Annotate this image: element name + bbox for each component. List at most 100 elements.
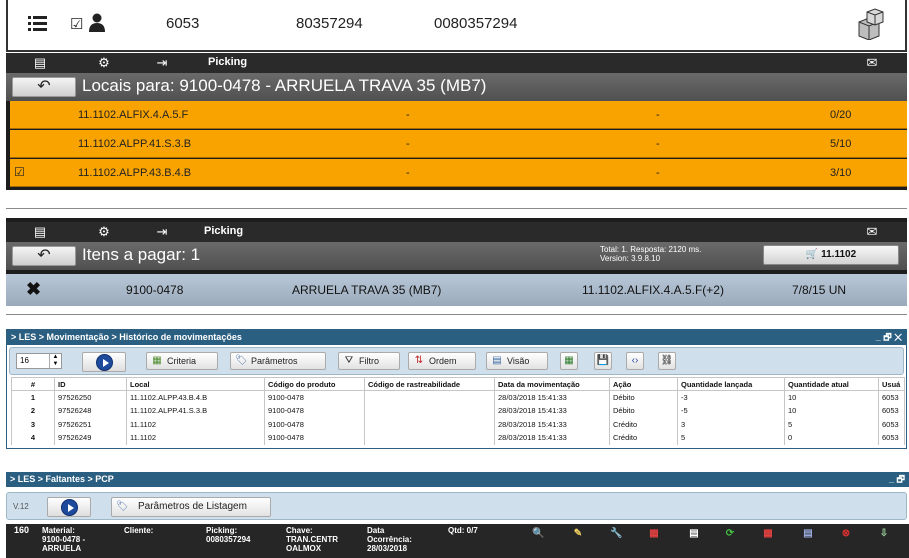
cell-id: 97526249 xyxy=(54,431,127,445)
exit-icon[interactable]: ⇥ xyxy=(152,224,172,240)
edit-icon[interactable]: ✎ xyxy=(572,528,584,540)
back-arrow-icon: ↶ xyxy=(37,247,51,264)
cell-qty-launched: -5 xyxy=(677,404,785,418)
item-qty: 7/8/15 UN xyxy=(792,283,847,297)
boxes-icon[interactable] xyxy=(855,8,885,41)
pick-item-row[interactable]: ✖ 9100-0478 ARRUELA TRAVA 35 (MB7) 11.11… xyxy=(6,274,907,306)
view-button[interactable]: ▤ Visão xyxy=(486,352,548,370)
breadcrumb: > LES > Faltantes > PCP _ 🗗 xyxy=(6,472,909,487)
parameters-button[interactable]: 🏷 Parâmetros xyxy=(230,352,326,370)
cell-user: 6053 xyxy=(878,390,905,404)
list-icon[interactable]: ▤ xyxy=(30,224,50,240)
gear-icon[interactable]: ⚙ xyxy=(94,224,114,240)
cell-trace xyxy=(364,390,495,404)
column-header[interactable]: Código do produto xyxy=(264,377,365,391)
faltante-row[interactable]: 160 Material: 9100-0478 - ARRUELA Client… xyxy=(6,524,909,558)
download-icon[interactable]: ⇩ xyxy=(878,528,890,540)
spinner-arrows-icon[interactable]: ▲ ▼ xyxy=(49,354,61,368)
column-header[interactable]: Quantidade lançada xyxy=(677,377,785,391)
run-button[interactable] xyxy=(82,352,126,372)
criteria-button[interactable]: ▦ Criteria xyxy=(146,352,218,370)
cart-button[interactable]: 🛒 11.1102 xyxy=(763,245,899,265)
version-label: V.12 xyxy=(13,502,29,511)
row-id: 160 xyxy=(14,525,30,535)
exit-icon[interactable]: ⇥ xyxy=(152,55,172,71)
hamburger-icon[interactable] xyxy=(28,14,48,32)
date-cell: Data Ocorrência: 28/03/2018 xyxy=(367,526,412,553)
wrench-icon[interactable]: 🔧 xyxy=(610,528,622,540)
client-cell: Cliente: xyxy=(124,526,153,535)
cell-id: 97526248 xyxy=(54,404,127,418)
inbox-icon[interactable]: ✉ xyxy=(862,55,882,71)
column-header[interactable]: Quantidade atual xyxy=(784,377,879,391)
table-row[interactable]: 1 97526250 11.1102.ALPP.43.B.4.B 9100-0478 2… xyxy=(11,390,905,404)
app-toolbar: ▤ ⚙ ⇥ Picking ✉ xyxy=(6,222,907,242)
cell-index: 4 xyxy=(11,431,55,445)
column-header[interactable]: Local xyxy=(126,377,265,391)
refresh-icon[interactable]: ⟳ xyxy=(724,528,736,540)
calendar-alt-icon[interactable]: ▦ xyxy=(762,528,774,540)
column-header[interactable]: Ação xyxy=(609,377,678,391)
link-button[interactable]: ⛓ xyxy=(658,352,676,370)
order-button[interactable]: ⇅ Ordem xyxy=(408,352,476,370)
inbox-icon[interactable]: ✉ xyxy=(862,224,882,240)
search-icon[interactable]: 🔍 xyxy=(532,528,544,540)
column-header[interactable]: Data da movimentação xyxy=(494,377,610,391)
column-header[interactable]: Código de rastreabilidade xyxy=(364,377,495,391)
cell-qty-current: 0 xyxy=(784,431,879,445)
back-button[interactable]: ↶ xyxy=(12,77,76,97)
table-row[interactable]: 2 97526248 11.1102.ALPP.41.S.3.B 9100-0478 2… xyxy=(11,404,905,418)
cell-action: Crédito xyxy=(609,417,678,431)
back-button[interactable]: ↶ xyxy=(12,246,76,266)
close-icon[interactable]: ✖ xyxy=(26,279,41,300)
breadcrumb-text: > LES > Movimentação > Histórico de movi… xyxy=(11,332,242,342)
cell-index: 1 xyxy=(11,390,55,404)
location-row[interactable]: 11.1102.ALPP.41.S.3.B - - 5/10 xyxy=(10,130,907,158)
cell-date: 28/03/2018 15:41:33 xyxy=(494,390,610,404)
page-title: Itens a pagar: 1 xyxy=(82,245,201,264)
list-icon[interactable]: ▤ xyxy=(30,55,50,71)
column-header[interactable]: Usuá xyxy=(878,377,905,391)
picking-label: Picking: xyxy=(206,526,238,535)
tag-icon: 🏷 xyxy=(116,501,129,512)
grid-icon: ▤ xyxy=(492,355,502,366)
filter-button[interactable]: ⛛ Filtro xyxy=(338,352,400,370)
document-icon[interactable]: ▤ xyxy=(688,528,700,540)
gear-icon[interactable]: ⚙ xyxy=(94,55,114,71)
calendar-icon[interactable]: ▦ xyxy=(648,528,660,540)
checkbox-icon[interactable]: ☑ xyxy=(70,15,83,33)
cell-action: Crédito xyxy=(609,431,678,445)
run-button[interactable] xyxy=(47,497,91,517)
checked-icon[interactable]: ☑ xyxy=(14,165,25,179)
window-buttons[interactable]: _ 🗗 ✕ xyxy=(876,330,902,345)
cell-local: 11.1102.ALPP.43.B.4.B xyxy=(126,390,265,404)
save-button[interactable]: 💾 xyxy=(594,352,612,370)
column-header[interactable]: # xyxy=(11,377,55,391)
delete-icon[interactable]: ⊗ xyxy=(840,528,852,540)
cell-product: 9100-0478 xyxy=(264,417,365,431)
floppy-icon: 💾 xyxy=(596,355,610,366)
user-icon[interactable] xyxy=(88,13,106,33)
window-buttons[interactable]: _ 🗗 xyxy=(889,472,905,487)
header-field-3: 0080357294 xyxy=(434,15,518,32)
divider xyxy=(6,208,907,209)
list-parameters-button[interactable]: 🏷 Parâmetros de Listagem xyxy=(111,497,271,517)
qty-cell: Qtd: 0/7 xyxy=(448,526,478,535)
page-size-spinner[interactable]: 16 ▲ ▼ xyxy=(16,353,62,369)
tag-icon: 🏷 xyxy=(235,355,248,366)
key-label: Chave: xyxy=(286,526,313,535)
column-header[interactable]: ID xyxy=(54,377,127,391)
cell-id: 97526250 xyxy=(54,390,127,404)
table-row[interactable]: 4 97526249 11.1102 9100-0478 28/03/2018 15:4… xyxy=(11,431,905,445)
report-icon[interactable]: ▤ xyxy=(802,528,814,540)
location-row[interactable]: 11.1102.ALFIX.4.A.5.F - - 0/20 xyxy=(10,101,907,129)
export-excel-button[interactable]: ▦ xyxy=(560,352,578,370)
code-button[interactable]: ‹› xyxy=(626,352,644,370)
location-row[interactable]: ☑ 11.1102.ALPP.43.B.4.B - - 3/10 xyxy=(10,159,907,187)
location-label: 11.1102.ALPP.41.S.3.B xyxy=(78,138,192,150)
item-code: 9100-0478 xyxy=(126,283,184,297)
title-bar: ↶ Locais para: 9100-0478 - ARRUELA TRAVA… xyxy=(6,73,907,101)
spinner-value: 16 xyxy=(20,356,29,365)
table-row[interactable]: 3 97526251 11.1102 9100-0478 28/03/2018 15:4… xyxy=(11,417,905,431)
history-window: > LES > Movimentação > Histórico de movi… xyxy=(6,329,907,449)
